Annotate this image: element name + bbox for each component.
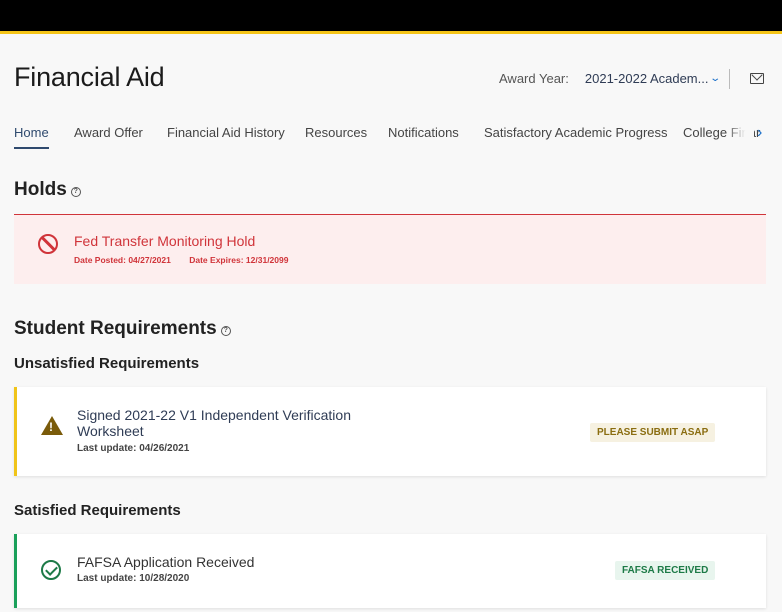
- award-year-selector: Award Year: 2021-2022 Academ... ⌄: [499, 71, 722, 86]
- hold-title-link[interactable]: Fed Transfer Monitoring Hold: [74, 233, 255, 249]
- top-bar: [0, 0, 782, 31]
- holds-heading: Holds ?: [14, 179, 81, 201]
- tab-resources[interactable]: Resources: [305, 125, 367, 149]
- tab-notifications[interactable]: Notifications: [388, 125, 459, 149]
- status-badge: PLEASE SUBMIT ASAP: [590, 423, 716, 442]
- prohibited-icon: [38, 234, 58, 254]
- requirement-last-update: Last update: 04/26/2021: [77, 443, 190, 454]
- hold-date-posted: Date Posted: 04/27/2021: [74, 255, 171, 265]
- student-requirements-title: Student Requirements: [14, 318, 217, 339]
- award-year-label: Award Year:: [499, 71, 569, 86]
- tab-bar: Home Award Offer Financial Aid History R…: [14, 125, 766, 149]
- hold-item: Fed Transfer Monitoring Hold Date Posted…: [14, 214, 766, 284]
- hold-dates: Date Posted: 04/27/2021 Date Expires: 12…: [74, 255, 288, 265]
- satisfied-requirements-heading: Satisfied Requirements: [14, 502, 181, 519]
- warning-icon: [41, 416, 63, 435]
- requirement-card: FAFSA Application Received Last update: …: [14, 534, 766, 608]
- requirement-title-link[interactable]: Signed 2021-22 V1 Independent Verificati…: [77, 407, 377, 439]
- tab-award-offer[interactable]: Award Offer: [74, 125, 143, 149]
- tab-financial-aid-history[interactable]: Financial Aid History: [167, 125, 285, 149]
- requirement-title-link[interactable]: FAFSA Application Received: [77, 554, 377, 570]
- help-icon[interactable]: ?: [220, 325, 231, 336]
- student-requirements-heading: Student Requirements ?: [14, 318, 231, 340]
- requirement-last-update: Last update: 10/28/2020: [77, 573, 190, 584]
- holds-title: Holds: [14, 179, 67, 200]
- award-year-dropdown[interactable]: 2021-2022 Academ... ⌄: [584, 71, 722, 86]
- unsatisfied-requirements-heading: Unsatisfied Requirements: [14, 355, 200, 372]
- check-circle-icon: [41, 560, 61, 580]
- page-title: Financial Aid: [14, 62, 165, 92]
- tab-satisfactory-academic-progress[interactable]: Satisfactory Academic Progress: [484, 125, 668, 149]
- award-year-value: 2021-2022 Academ...: [584, 71, 709, 86]
- tab-home[interactable]: Home: [14, 125, 49, 149]
- help-icon[interactable]: ?: [70, 186, 81, 197]
- chevron-right-icon[interactable]: ›: [757, 124, 762, 142]
- chevron-down-icon: ⌄: [709, 73, 722, 84]
- envelope-icon[interactable]: [750, 73, 764, 84]
- top-bar-accent: [0, 31, 782, 34]
- status-badge: FAFSA RECEIVED: [615, 561, 716, 580]
- requirement-card: Signed 2021-22 V1 Independent Verificati…: [14, 387, 766, 476]
- tabs-fade: [726, 124, 754, 146]
- header-divider: [729, 69, 730, 89]
- hold-date-expires: Date Expires: 12/31/2099: [189, 255, 289, 265]
